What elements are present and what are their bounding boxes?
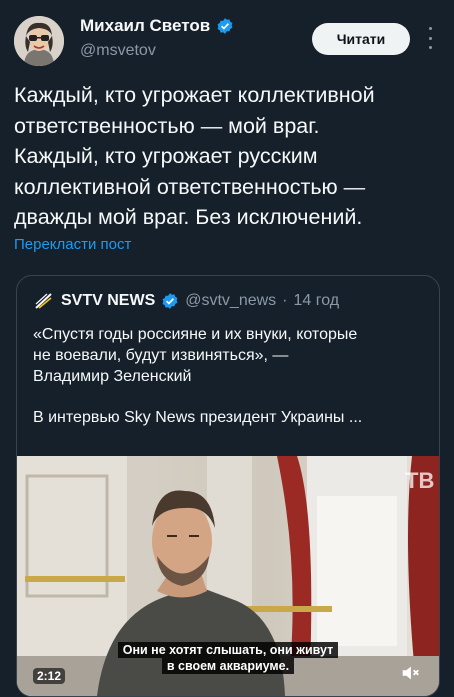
quoted-line: «Спустя годы россияне и их внуки, которы… [33,326,358,343]
verified-badge-icon [217,18,233,34]
tweet-text: Каждый, кто угрожает коллективной ответс… [14,80,444,233]
author-name-text[interactable]: Михаил Светов [80,16,210,36]
svtv-watermark: TB [405,468,434,493]
svtv-logo-icon [33,290,55,312]
translate-post-link[interactable]: Перекласти пост [14,236,131,253]
author-handle[interactable]: @msvetov [80,42,156,60]
tweet-line: Каждый, кто угрожает русским [14,144,318,168]
avatar-image [14,16,64,66]
follow-button[interactable]: Читати [312,23,410,55]
quoted-post-header: SVTV NEWS @svtv_news · 14 год [33,290,339,312]
quoted-post-time: 14 год [293,292,340,309]
quoted-line: Владимир Зеленский [33,368,192,385]
author-name[interactable]: Михаил Светов [80,16,234,36]
quoted-post-card[interactable]: SVTV NEWS @svtv_news · 14 год «Спустя го… [16,275,440,697]
tweet-line: дважды мой враг. Без исключений. [14,205,363,229]
video-duration: 2:12 [33,668,66,684]
verified-badge-icon [162,293,178,309]
speaker-muted-icon[interactable] [399,662,421,684]
more-options-icon[interactable] [423,27,437,49]
tweet-line: коллективной ответственностью — [14,174,366,199]
quoted-author-name: SVTV NEWS [61,292,156,309]
subtitle-line: в своем аквариуме. [161,658,295,674]
quoted-line: В интервью Sky News президент Украины ..… [33,409,363,426]
tweet-line: Каждый, кто угрожает коллективной [14,83,375,107]
dot-separator: · [282,292,288,309]
quoted-author-handle: @svtv_news [185,292,277,309]
tweet-line: ответственностью — мой враг. [14,113,320,138]
quoted-line: не воевали, будут извиняться», — [33,347,289,364]
subtitle-line: Они не хотят слышать, они живут [117,642,339,658]
video-player[interactable]: TB Они не хотят слышать, они живут в сво… [17,456,439,696]
video-subtitles: Они не хотят слышать, они живут в своем … [17,642,439,674]
quoted-post-text: «Спустя годы россияне и их внуки, которы… [33,324,428,428]
author-avatar[interactable] [14,16,64,66]
